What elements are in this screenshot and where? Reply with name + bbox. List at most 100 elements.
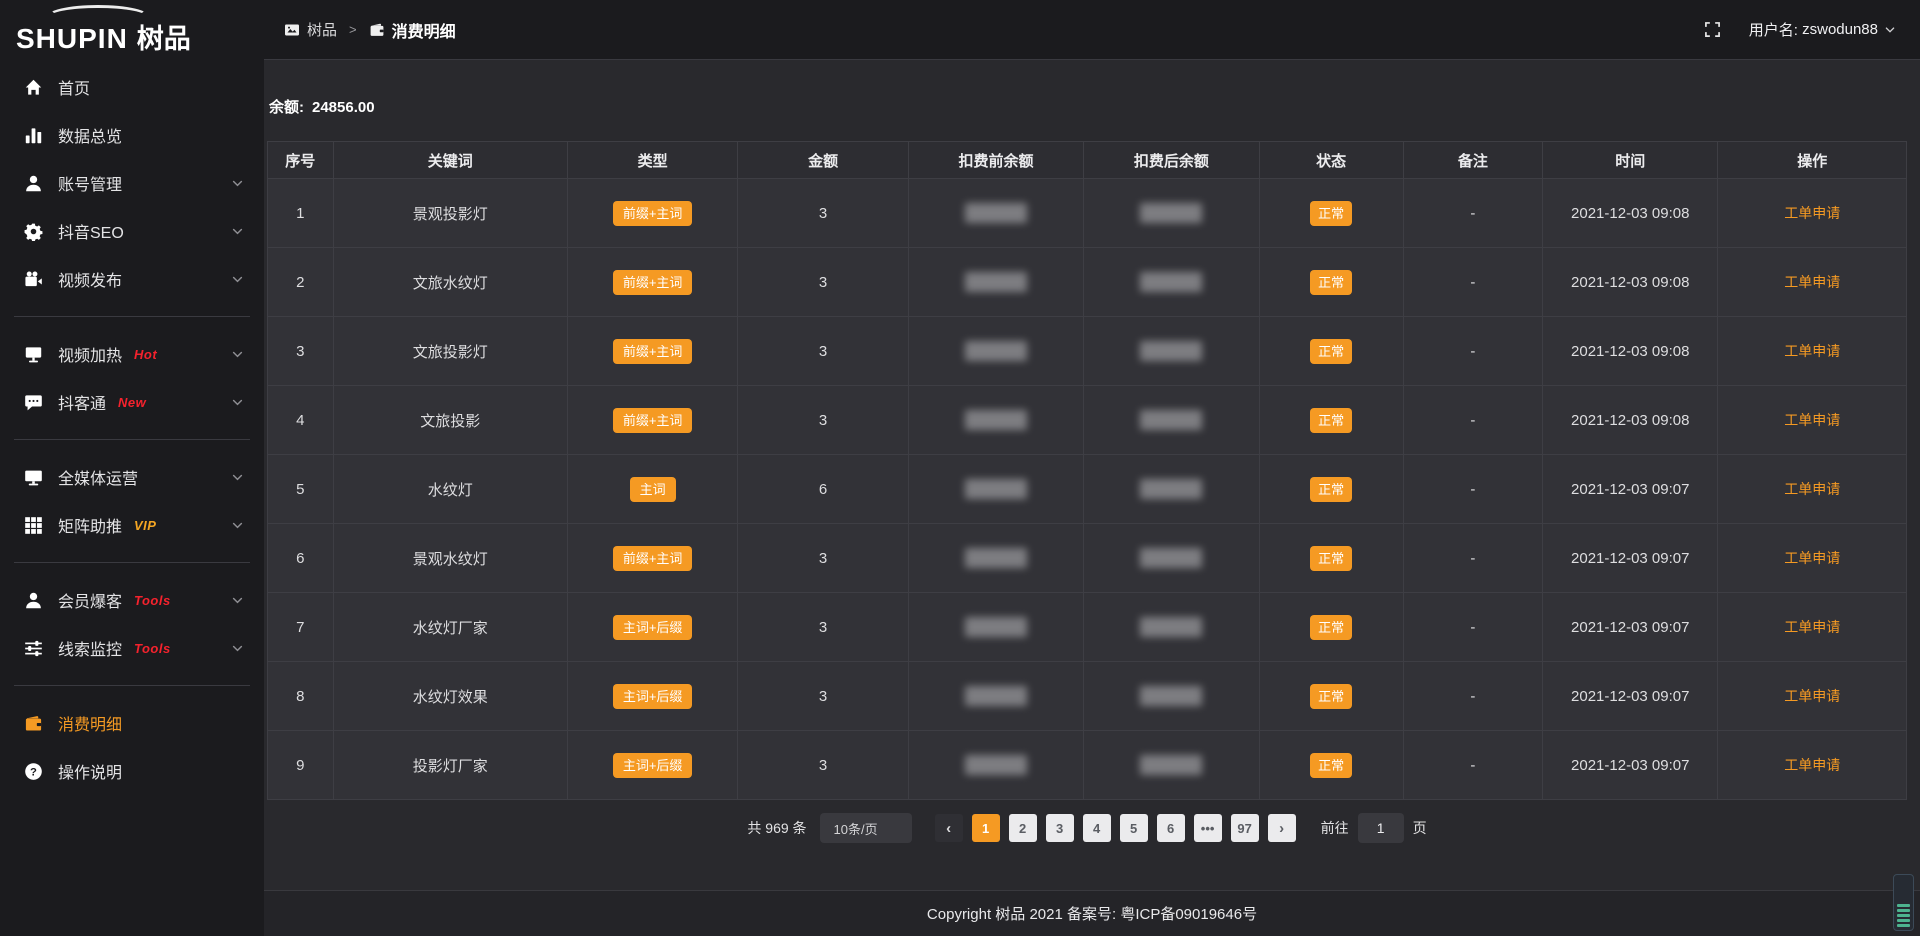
video-camera-icon	[24, 270, 43, 289]
logo-arc	[46, 5, 150, 29]
masked-value	[1140, 272, 1202, 292]
sidebar-item-video-heat[interactable]: 视频加热 Hot	[0, 330, 264, 378]
indicator-bar	[1897, 909, 1910, 912]
sidebar: SHUPIN 树品 首页 数据总览 账号管理 抖音SEO 视频发布 视频加热 H…	[0, 0, 264, 936]
status-badge: 正常	[1310, 615, 1352, 640]
masked-value	[1140, 410, 1202, 430]
page-button-4[interactable]: 4	[1083, 814, 1111, 842]
breadcrumb-item-current[interactable]: 消费明细	[392, 18, 456, 42]
fullscreen-icon[interactable]	[1704, 21, 1721, 38]
sidebar-item-account-management[interactable]: 账号管理	[0, 159, 264, 207]
cell-amount: 3	[738, 248, 908, 317]
cell-type: 前缀+主词	[567, 317, 737, 386]
masked-value	[965, 341, 1027, 361]
cell-num: 6	[268, 524, 334, 593]
sidebar-item-douyin-seo[interactable]: 抖音SEO	[0, 207, 264, 255]
sidebar-item-home[interactable]: 首页	[0, 63, 264, 111]
page-button-2[interactable]: 2	[1009, 814, 1037, 842]
cell-status: 正常	[1259, 731, 1403, 800]
column-header-status: 状态	[1259, 142, 1403, 179]
cell-note: -	[1403, 731, 1542, 800]
cell-note: -	[1403, 179, 1542, 248]
work-order-link[interactable]: 工单申请	[1784, 757, 1840, 773]
sidebar-item-operation-guide[interactable]: ? 操作说明	[0, 747, 264, 795]
page-button-6[interactable]: 6	[1157, 814, 1185, 842]
logo-text-en: SHUPIN	[16, 25, 128, 53]
cell-balance-before	[908, 248, 1083, 317]
cell-num: 7	[268, 593, 334, 662]
cell-balance-before	[908, 524, 1083, 593]
work-order-link[interactable]: 工单申请	[1784, 412, 1840, 428]
sidebar-item-label: 抖音SEO	[58, 219, 124, 243]
bar-chart-icon	[24, 126, 43, 145]
sidebar-item-matrix-boost[interactable]: 矩阵助推 VIP	[0, 501, 264, 549]
cell-note: -	[1403, 593, 1542, 662]
page-button-3[interactable]: 3	[1046, 814, 1074, 842]
sidebar-item-label: 抖客通	[58, 390, 106, 414]
column-header-type: 类型	[567, 142, 737, 179]
cell-status: 正常	[1259, 386, 1403, 455]
sidebar-item-lead-monitor[interactable]: 线索监控 Tools	[0, 624, 264, 672]
cell-keyword: 文旅投影灯	[333, 317, 567, 386]
chevron-down-icon	[231, 396, 244, 409]
breadcrumb-item-root[interactable]: 树品	[307, 19, 337, 40]
cell-type: 主词+后缀	[567, 731, 737, 800]
page-button-5[interactable]: 5	[1120, 814, 1148, 842]
sidebar-item-data-overview[interactable]: 数据总览	[0, 111, 264, 159]
sidebar-item-badge: New	[118, 395, 146, 410]
page-button-1[interactable]: 1	[972, 814, 1000, 842]
masked-value	[1140, 203, 1202, 223]
logo-text-cn: 树品	[137, 26, 191, 53]
cell-status: 正常	[1259, 455, 1403, 524]
status-badge: 正常	[1310, 339, 1352, 364]
page-size-select[interactable]: 10条/页	[820, 813, 912, 843]
cell-balance-before	[908, 179, 1083, 248]
page-button-97[interactable]: 97	[1231, 814, 1259, 842]
cell-type: 主词	[567, 455, 737, 524]
goto-page-input[interactable]	[1358, 813, 1404, 843]
status-badge: 正常	[1310, 546, 1352, 571]
sidebar-item-member-baoke[interactable]: 会员爆客 Tools	[0, 576, 264, 624]
chevron-down-icon	[231, 225, 244, 238]
sidebar-item-badge: VIP	[134, 518, 156, 533]
sidebar-item-douketong[interactable]: 抖客通 New	[0, 378, 264, 426]
work-order-link[interactable]: 工单申请	[1784, 481, 1840, 497]
sidebar-item-media-operation[interactable]: 全媒体运营	[0, 453, 264, 501]
work-order-link[interactable]: 工单申请	[1784, 688, 1840, 704]
page-size-value: 10条/页	[834, 819, 878, 838]
cell-note: -	[1403, 455, 1542, 524]
cell-time: 2021-12-03 09:08	[1543, 248, 1718, 317]
cell-note: -	[1403, 317, 1542, 386]
svg-text:?: ?	[30, 766, 37, 778]
work-order-link[interactable]: 工单申请	[1784, 619, 1840, 635]
prev-page-button[interactable]: ‹	[935, 814, 963, 842]
indicator-bar	[1897, 919, 1910, 922]
sidebar-item-consumption-detail[interactable]: 消费明细	[0, 699, 264, 747]
topbar: 树品 > 消费明细 用户名: zswodun88	[264, 0, 1920, 60]
cell-keyword: 投影灯厂家	[333, 731, 567, 800]
work-order-link[interactable]: 工单申请	[1784, 274, 1840, 290]
indicator-bar	[1897, 914, 1910, 917]
cell-type: 主词+后缀	[567, 593, 737, 662]
grid-icon	[24, 516, 43, 535]
logo[interactable]: SHUPIN 树品	[0, 0, 264, 60]
cell-amount: 3	[738, 593, 908, 662]
masked-value	[965, 410, 1027, 430]
cell-keyword: 水纹灯	[333, 455, 567, 524]
sidebar-item-video-publish[interactable]: 视频发布	[0, 255, 264, 303]
table-row: 6景观水纹灯前缀+主词3正常-2021-12-03 09:07工单申请	[268, 524, 1907, 593]
next-page-button[interactable]: ›	[1268, 814, 1296, 842]
cell-time: 2021-12-03 09:08	[1543, 386, 1718, 455]
work-order-link[interactable]: 工单申请	[1784, 343, 1840, 359]
work-order-link[interactable]: 工单申请	[1784, 205, 1840, 221]
work-order-link[interactable]: 工单申请	[1784, 550, 1840, 566]
page-ellipsis-button[interactable]: •••	[1194, 814, 1222, 842]
status-badge: 正常	[1310, 684, 1352, 709]
cell-action: 工单申请	[1718, 593, 1907, 662]
masked-value	[1140, 341, 1202, 361]
cell-keyword: 文旅投影	[333, 386, 567, 455]
user-menu[interactable]: 用户名: zswodun88	[1749, 19, 1896, 40]
cell-balance-after	[1084, 317, 1259, 386]
cell-note: -	[1403, 248, 1542, 317]
cell-status: 正常	[1259, 662, 1403, 731]
